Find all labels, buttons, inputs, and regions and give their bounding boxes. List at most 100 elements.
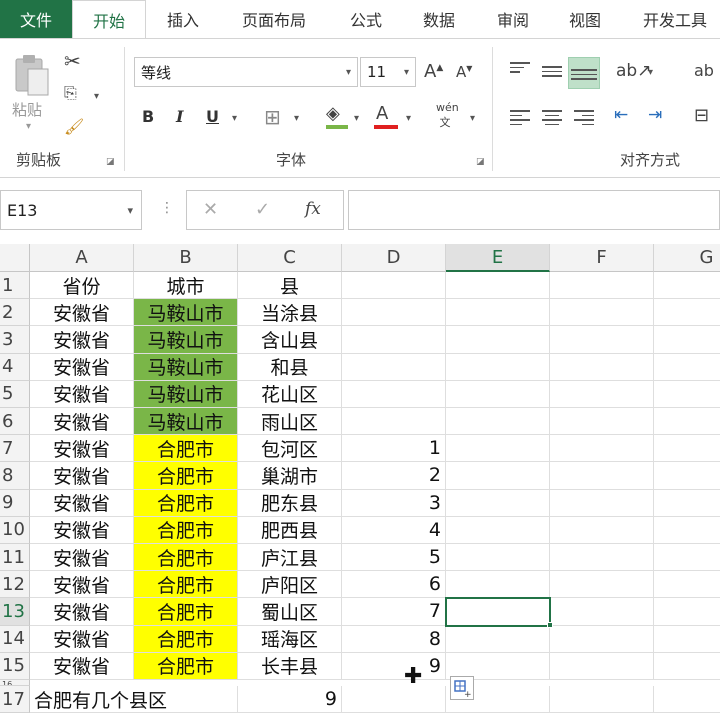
tab-insert[interactable]: 插入 (150, 0, 216, 38)
merge-cells-icon[interactable]: ⊟ (694, 105, 709, 126)
cell-d15[interactable]: 9 (342, 652, 446, 680)
cell-d9[interactable]: 3 (342, 489, 446, 517)
row-header[interactable]: 9 (0, 489, 30, 517)
cell-d1[interactable] (342, 272, 446, 300)
row-header[interactable]: 8 (0, 462, 30, 490)
align-center-icon[interactable] (540, 107, 564, 127)
cell-c2[interactable]: 当涂县 (238, 299, 342, 327)
cell-g2[interactable] (654, 299, 720, 327)
tab-file[interactable]: 文件 (0, 0, 72, 38)
cell-g1[interactable] (654, 272, 720, 300)
border-icon[interactable]: ⊞ (264, 105, 281, 129)
cell-g14[interactable] (654, 626, 720, 653)
border-dropdown-icon[interactable]: ▾ (294, 113, 299, 124)
cell-d13[interactable]: 7 (342, 598, 446, 626)
dialog-launcher-icon[interactable]: ◪ (476, 157, 485, 167)
cell-f7[interactable] (550, 435, 654, 463)
cell-a7[interactable]: 安徽省 (30, 435, 134, 463)
cell-c3[interactable]: 含山县 (238, 326, 342, 354)
cell-f15[interactable] (550, 652, 654, 680)
more-options-icon[interactable]: ⋮ (160, 200, 174, 216)
cell-d3[interactable] (342, 326, 446, 354)
align-right-icon[interactable] (572, 107, 596, 127)
cell-c9[interactable]: 肥东县 (238, 489, 342, 517)
cell-f1[interactable] (550, 272, 654, 300)
cell-a14[interactable]: 安徽省 (30, 625, 134, 653)
cell-b8[interactable]: 合肥市 (134, 462, 238, 490)
cancel-icon[interactable]: ✕ (203, 199, 218, 220)
tab-view[interactable]: 视图 (554, 0, 616, 38)
active-cell-selection[interactable] (445, 597, 551, 627)
cell-a6[interactable]: 安徽省 (30, 408, 134, 436)
cell-c7[interactable]: 包河区 (238, 435, 342, 463)
cell-b2[interactable]: 马鞍山市 (134, 299, 238, 327)
cell-g9[interactable] (654, 490, 720, 517)
cell-e12[interactable] (446, 571, 550, 599)
fill-handle[interactable] (547, 621, 553, 628)
font-color-dropdown-icon[interactable]: ▾ (406, 113, 411, 124)
cell-a3[interactable]: 安徽省 (30, 326, 134, 354)
cell-g8[interactable] (654, 462, 720, 490)
cell-d6[interactable] (342, 408, 446, 436)
bold-button[interactable]: B (142, 107, 154, 126)
row-header[interactable]: 2 (0, 299, 30, 327)
row-header[interactable]: 17 (0, 686, 30, 714)
cell-d5[interactable] (342, 380, 446, 408)
cell-a13[interactable]: 安徽省 (30, 598, 134, 626)
cell-e14[interactable] (446, 625, 550, 653)
cell-f10[interactable] (550, 516, 654, 544)
column-header-c[interactable]: C (238, 244, 342, 272)
cell-b4[interactable]: 马鞍山市 (134, 353, 238, 381)
cut-icon[interactable]: ✂ (64, 49, 81, 73)
cell-f8[interactable] (550, 462, 654, 490)
enter-icon[interactable]: ✓ (255, 199, 270, 220)
cell-d2[interactable] (342, 299, 446, 327)
cell-g10[interactable] (654, 517, 720, 544)
cell-f11[interactable] (550, 544, 654, 572)
increase-indent-icon[interactable]: ⇥ (648, 105, 662, 125)
row-header[interactable]: 15 (0, 652, 30, 680)
tab-page-layout[interactable]: 页面布局 (224, 0, 324, 38)
cell-b7[interactable]: 合肥市 (134, 435, 238, 463)
cell-c13[interactable]: 蜀山区 (238, 598, 342, 626)
row-header[interactable]: 13 (0, 598, 30, 626)
row-header[interactable]: 12 (0, 571, 30, 599)
name-box[interactable]: E13 ▾ (0, 190, 142, 230)
cell-a12[interactable]: 安徽省 (30, 571, 134, 599)
cell-c4[interactable]: 和县 (238, 353, 342, 381)
column-header-a[interactable]: A (30, 244, 134, 272)
column-header-d[interactable]: D (342, 244, 446, 272)
cell-b12[interactable]: 合肥市 (134, 571, 238, 599)
cell-c8[interactable]: 巢湖市 (238, 462, 342, 490)
copy-icon[interactable]: ⎘ (64, 83, 77, 103)
cell-b10[interactable]: 合肥市 (134, 516, 238, 544)
cell-a8[interactable]: 安徽省 (30, 462, 134, 490)
wrap-text-icon[interactable]: ab (694, 61, 714, 80)
align-middle-icon[interactable] (540, 63, 564, 83)
cell-f9[interactable] (550, 489, 654, 517)
column-header-e[interactable]: E (446, 244, 550, 272)
underline-dropdown-icon[interactable]: ▾ (232, 113, 237, 124)
insert-function-icon[interactable]: fx (305, 199, 321, 219)
cell-g4[interactable] (654, 354, 720, 381)
cell-c14[interactable]: 瑶海区 (238, 625, 342, 653)
column-header-b[interactable]: B (134, 244, 238, 272)
cell-d12[interactable]: 6 (342, 571, 446, 599)
cell-g17[interactable] (654, 686, 720, 714)
format-painter-icon[interactable]: 🖌 (64, 117, 84, 136)
cell-c6[interactable]: 雨山区 (238, 408, 342, 436)
cell-e3[interactable] (446, 326, 550, 354)
tab-formulas[interactable]: 公式 (334, 0, 398, 38)
row-header[interactable]: 14 (0, 625, 30, 653)
cell-a15[interactable]: 安徽省 (30, 652, 134, 680)
cell-b13[interactable]: 合肥市 (134, 598, 238, 626)
tab-data[interactable]: 数据 (406, 0, 472, 38)
cell-g7[interactable] (654, 435, 720, 463)
phonetic-dropdown-icon[interactable]: ▾ (470, 113, 475, 124)
formula-input[interactable] (348, 190, 720, 230)
orientation-dropdown-icon[interactable]: ▾ (648, 67, 653, 78)
cell-c10[interactable]: 肥西县 (238, 516, 342, 544)
cell-e6[interactable] (446, 408, 550, 436)
cell-f17[interactable] (550, 686, 654, 714)
cell-b9[interactable]: 合肥市 (134, 489, 238, 517)
